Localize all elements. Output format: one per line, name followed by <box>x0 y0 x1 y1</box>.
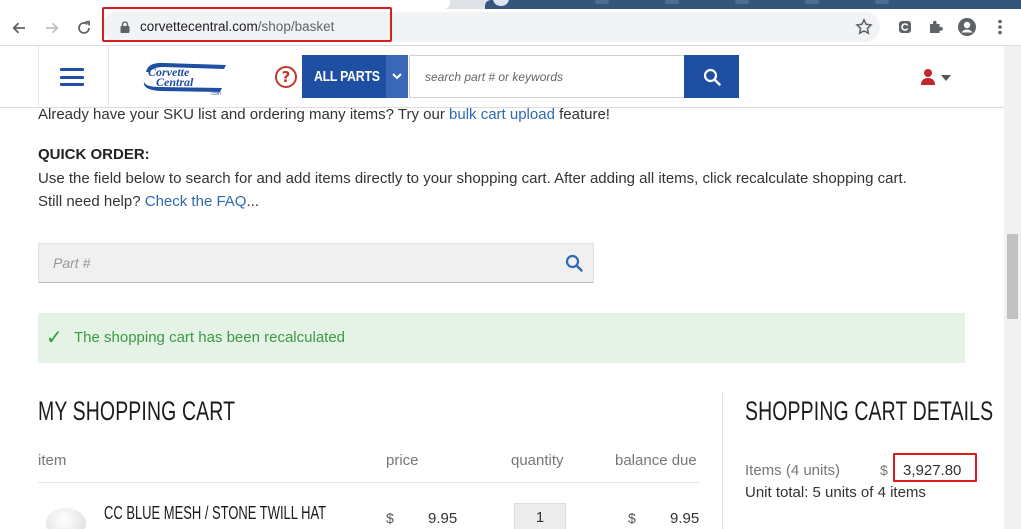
reload-icon <box>78 20 90 34</box>
reload-button[interactable] <box>72 16 96 40</box>
col-header-item: item <box>38 452 67 469</box>
profile-button[interactable] <box>957 17 977 37</box>
cart-details-heading: SHOPPING CART DETAILS <box>745 396 994 426</box>
table-header-divider <box>38 482 700 483</box>
quick-order-help: Still need help? Check the FAQ... <box>38 193 259 210</box>
bulk-upload-text: Already have your SKU list and ordering … <box>38 106 610 123</box>
tab-favicon <box>493 0 509 6</box>
balance-value: 9.95 <box>670 510 700 527</box>
all-parts-label: ALL PARTS <box>314 68 380 85</box>
search-icon <box>703 68 721 86</box>
subtotal-highlight-box <box>893 453 977 482</box>
back-button[interactable] <box>7 16 31 40</box>
items-currency: $ <box>880 462 888 478</box>
logo-dot-com: .com <box>210 91 221 97</box>
unit-total-text: Unit total: 5 units of 4 items <box>745 484 926 501</box>
price-currency: $ <box>386 510 394 526</box>
product-thumbnail[interactable] <box>46 508 86 529</box>
balance-currency: $ <box>628 510 636 526</box>
quick-order-instructions: Use the field below to search for and ad… <box>38 170 907 187</box>
star-icon <box>855 18 873 35</box>
all-parts-caret[interactable] <box>386 55 408 98</box>
recalculated-notice: ✓ The shopping cart has been recalculate… <box>38 313 965 363</box>
search-icon[interactable] <box>565 254 583 272</box>
site-header: Corvette Central .com ? ALL PARTS search… <box>0 46 1004 108</box>
logo-word-central: Central <box>156 75 194 89</box>
user-icon <box>921 69 935 85</box>
col-header-balance: balance due <box>615 452 697 469</box>
arrow-right-icon <box>46 22 59 34</box>
bulk-cart-upload-link[interactable]: bulk cart upload <box>449 106 555 123</box>
extension-button[interactable] <box>895 17 915 37</box>
caret-down-icon <box>941 75 951 81</box>
notice-message: The shopping cart has been recalculated <box>74 329 346 346</box>
url-highlight-box <box>102 7 392 42</box>
header-search-button[interactable] <box>684 55 739 98</box>
all-parts-dropdown[interactable]: ALL PARTS <box>302 55 408 98</box>
col-header-price: price <box>386 452 419 469</box>
checkmark-icon: ✓ <box>46 325 63 349</box>
arrow-left-icon <box>12 22 25 34</box>
header-search-input[interactable]: search part # or keywords <box>409 55 684 98</box>
account-menu-button[interactable] <box>920 68 954 88</box>
items-units-label: Items (4 units) <box>745 462 841 479</box>
help-icon[interactable]: ? <box>275 66 297 88</box>
quantity-input[interactable]: 1 <box>514 503 566 529</box>
corvette-central-logo[interactable]: Corvette Central .com <box>140 57 230 97</box>
page-scrollbar[interactable] <box>1004 46 1021 529</box>
kebab-menu-icon <box>998 19 1002 35</box>
product-name-link[interactable]: CC BLUE MESH / STONE TWILL HAT <box>104 503 412 524</box>
header-search-placeholder: search part # or keywords <box>425 70 564 84</box>
part-number-placeholder: Part # <box>53 255 91 271</box>
puzzle-icon <box>930 20 943 33</box>
bookmark-star-button[interactable] <box>854 17 874 37</box>
browser-toolbar: corvettecentral.com/shop/basket <box>0 7 1021 46</box>
check-faq-link[interactable]: Check the FAQ <box>145 193 247 210</box>
hamburger-menu-button[interactable] <box>60 68 84 86</box>
price-value: 9.95 <box>428 510 458 527</box>
chevron-down-icon <box>392 73 402 80</box>
extension-c-icon <box>899 21 911 33</box>
col-header-quantity: quantity <box>511 452 564 469</box>
background-tab[interactable] <box>485 0 1021 9</box>
part-number-input[interactable]: Part # <box>38 243 594 283</box>
forward-button[interactable] <box>40 16 64 40</box>
my-shopping-cart-heading: MY SHOPPING CART <box>38 396 236 426</box>
scrollbar-thumb[interactable] <box>1007 234 1018 319</box>
quick-order-title: QUICK ORDER: <box>38 146 150 163</box>
extensions-button[interactable] <box>926 17 946 37</box>
account-circle-icon <box>958 18 976 36</box>
column-divider <box>722 393 723 529</box>
browser-menu-button[interactable] <box>990 17 1010 37</box>
